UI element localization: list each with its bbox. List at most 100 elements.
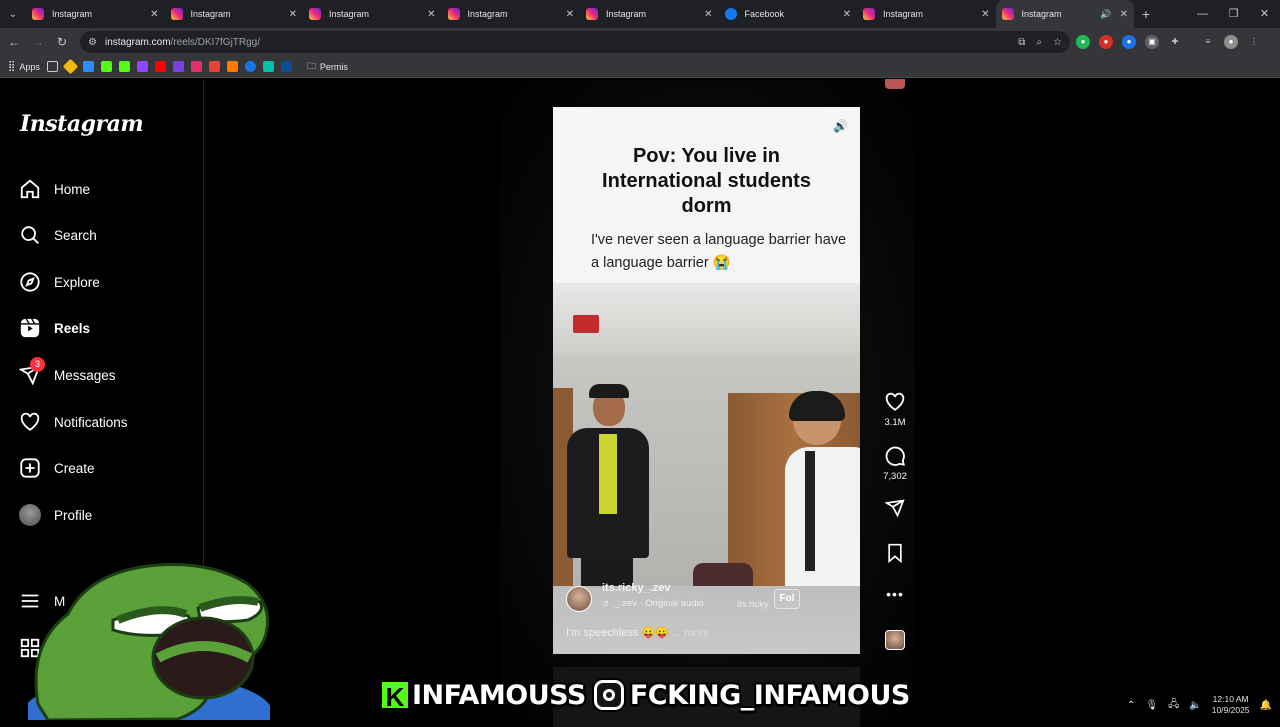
extension-green-icon[interactable]: ● [1076, 35, 1090, 49]
sidebar-item-notifications[interactable]: Notifications [18, 407, 128, 437]
network-icon[interactable]: 🖧 [1168, 697, 1179, 714]
bookmark-2[interactable] [82, 61, 94, 72]
reel-video[interactable]: Pov: You live in International students … [553, 107, 860, 654]
browser-tab[interactable]: Instagram ✕ [857, 0, 996, 28]
reload-button[interactable]: ↻ [50, 35, 74, 49]
bookmark-folder-permis[interactable]: 🗀 Permis [307, 59, 348, 75]
reel-description-text: I'm speechless 😛😛 [566, 627, 669, 639]
bookmark-4[interactable] [118, 61, 130, 72]
sidebar-item-explore[interactable]: Explore [18, 267, 100, 297]
sidebar-item-profile[interactable]: Profile [18, 500, 92, 530]
more-options-button[interactable]: ••• [880, 586, 910, 602]
sidebar-item-reels[interactable]: Reels [18, 313, 90, 343]
apps-grid-icon: ⣿ [8, 61, 16, 72]
browser-toolbar: ← → ↻ ⚙ instagram.com/reels/DKI7fGjTRgg/… [0, 28, 1280, 56]
volume-icon[interactable]: 🔈 [1189, 700, 1201, 711]
sidebar-item-home[interactable]: Home [18, 174, 90, 204]
sidebar-item-label: Profile [54, 507, 93, 523]
sidebar-item-label: Home [54, 181, 91, 197]
site-info-icon[interactable]: ⚙ [88, 37, 97, 48]
comment-button[interactable]: 7,302 [880, 445, 910, 482]
chrome-menu-icon[interactable]: ⋮ [1247, 35, 1261, 49]
author-avatar[interactable] [566, 586, 592, 612]
bookmark-star-icon[interactable]: ☆ [1053, 37, 1062, 48]
bookmark-5[interactable] [136, 61, 148, 72]
bookmark-6[interactable] [154, 61, 166, 72]
zoom-icon[interactable]: ⌕ [1036, 37, 1042, 48]
bookmark-3[interactable] [100, 61, 112, 72]
browser-tab[interactable]: Instagram ✕ [26, 0, 165, 28]
like-button[interactable]: 3.1M [880, 391, 910, 428]
kick-icon-2 [118, 61, 130, 72]
back-button[interactable]: ← [2, 35, 26, 49]
extension-blue-icon[interactable]: ● [1122, 35, 1136, 49]
browser-tab[interactable]: Instagram 🔊 ✕ [995, 0, 1134, 28]
bookmark-8[interactable] [190, 61, 202, 72]
tab-close-icon[interactable]: ✕ [981, 9, 989, 20]
sidebar-item-create[interactable]: Create [18, 453, 95, 483]
pepe-emote-overlay [28, 563, 270, 720]
browser-tab[interactable]: Instagram ✕ [580, 0, 719, 28]
profile-avatar-icon[interactable]: ● [1224, 35, 1238, 49]
share-button[interactable] [880, 498, 910, 522]
tab-close-icon[interactable]: ✕ [843, 9, 851, 20]
extensions-puzzle-icon[interactable]: ✚ [1168, 35, 1182, 49]
browser-tab[interactable]: Instagram ✕ [442, 0, 581, 28]
tab-search-button[interactable]: ⌄ [0, 0, 26, 28]
instagram-logo[interactable]: Instagram [20, 111, 144, 137]
author-username[interactable]: its.ricky_.zev [602, 582, 671, 594]
sidebar-item-search[interactable]: Search [18, 220, 97, 250]
tab-close-icon[interactable]: ✕ [150, 9, 158, 20]
bookmark-12[interactable] [262, 61, 274, 72]
tab-close-icon[interactable]: ✕ [704, 9, 712, 20]
forward-button[interactable]: → [26, 35, 50, 49]
bookmark-1[interactable] [62, 58, 79, 75]
bookmark-grid[interactable] [46, 61, 58, 72]
tab-title: Instagram [467, 9, 508, 19]
new-tab-button[interactable]: + [1134, 6, 1158, 22]
minimize-button[interactable]: — [1187, 0, 1218, 28]
bookmark-apps-label: Apps [19, 61, 40, 72]
send-icon: 3 [18, 357, 45, 387]
collab-username[interactable]: its.ricky [737, 599, 769, 610]
notification-bell-icon[interactable]: 🔔 [1260, 700, 1272, 711]
bookmark-9[interactable] [208, 61, 220, 72]
bookmark-11[interactable] [244, 61, 256, 72]
tab-close-icon[interactable]: ✕ [289, 9, 297, 20]
extension-red-icon[interactable]: ● [1099, 35, 1113, 49]
more-link[interactable]: ... more [672, 627, 709, 639]
twitch-icon [136, 61, 148, 72]
previous-reel-thumbnail[interactable] [885, 79, 905, 89]
tab-close-icon[interactable]: ✕ [427, 9, 435, 20]
browser-tab[interactable]: Facebook ✕ [719, 0, 858, 28]
follow-button[interactable]: Fol [774, 589, 800, 609]
home-icon [18, 177, 42, 201]
clock-date: 10/9/2025 [1211, 705, 1250, 715]
media-control-icon[interactable]: ≡ [1201, 35, 1215, 49]
close-window-button[interactable]: ✕ [1249, 0, 1280, 28]
bookmark-apps[interactable]: ⣿ Apps [8, 61, 40, 72]
audio-thumbnail[interactable] [885, 630, 905, 650]
tray-chevron-icon[interactable]: ⌃ [1127, 700, 1135, 711]
extension-grey-icon[interactable]: ▣ [1145, 35, 1159, 49]
audio-label[interactable]: ♬ _.zev · Original audio [602, 598, 704, 609]
bookmarks-bar: ⣿ Apps 🗀 Permis [0, 56, 1280, 78]
speaker-icon[interactable]: 🔊 [833, 119, 848, 133]
browser-tab[interactable]: Instagram ✕ [303, 0, 442, 28]
cast-icon[interactable]: ⧉ [1018, 37, 1025, 48]
restore-button[interactable]: ❐ [1218, 0, 1249, 28]
browser-tab[interactable]: Instagram ✕ [165, 0, 304, 28]
save-button[interactable] [880, 543, 910, 567]
system-clock[interactable]: 12:10 AM 10/9/2025 [1212, 694, 1250, 716]
send-icon [885, 499, 905, 518]
tab-close-icon[interactable]: ✕ [566, 9, 574, 20]
address-bar[interactable]: ⚙ instagram.com/reels/DKI7fGjTRgg/ ⧉ ⌕ ☆ [80, 31, 1070, 53]
profile-avatar [18, 503, 42, 527]
tab-audio-icon[interactable]: 🔊 [1100, 9, 1111, 20]
sidebar-item-messages[interactable]: 3 Messages [18, 357, 116, 390]
tab-close-icon[interactable]: ✕ [1120, 9, 1128, 20]
bookmark-10[interactable] [226, 61, 238, 72]
microphone-icon[interactable]: 🎙 [1145, 700, 1158, 711]
bookmark-13[interactable] [280, 61, 292, 72]
bookmark-7[interactable] [172, 61, 184, 72]
